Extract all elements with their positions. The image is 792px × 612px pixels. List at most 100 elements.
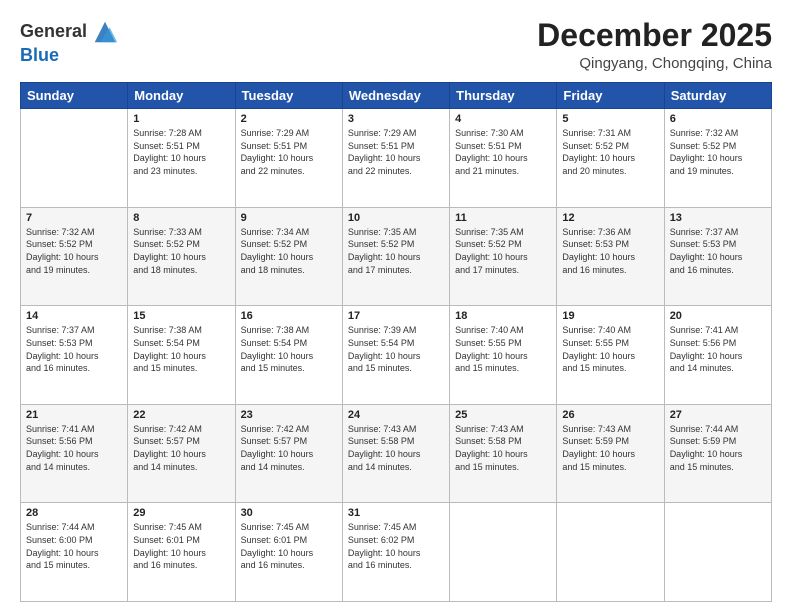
day-info: Sunrise: 7:40 AM Sunset: 5:55 PM Dayligh… — [562, 324, 658, 374]
day-number: 4 — [455, 113, 551, 125]
calendar-cell: 12 Sunrise: 7:36 AM Sunset: 5:53 PM Dayli… — [557, 207, 664, 306]
day-info: Sunrise: 7:36 AM Sunset: 5:53 PM Dayligh… — [562, 226, 658, 276]
day-info: Sunrise: 7:40 AM Sunset: 5:55 PM Dayligh… — [455, 324, 551, 374]
calendar-week-row: 28Sunrise: 7:44 AM Sunset: 6:00 PM Dayli… — [21, 503, 772, 602]
day-number: 31 — [348, 507, 444, 519]
header: General Blue December 2025 Qingyang, Cho… — [20, 18, 772, 72]
day-number: 3 — [348, 113, 444, 125]
day-info: Sunrise: 7:32 AM Sunset: 5:52 PM Dayligh… — [26, 226, 122, 276]
day-info: Sunrise: 7:35 AM Sunset: 5:52 PM Dayligh… — [455, 226, 551, 276]
calendar-header-row: SundayMondayTuesdayWednesdayThursdayFrid… — [21, 83, 772, 109]
day-info: Sunrise: 7:41 AM Sunset: 5:56 PM Dayligh… — [670, 324, 766, 374]
day-info: Sunrise: 7:45 AM Sunset: 6:01 PM Dayligh… — [133, 521, 229, 571]
day-info: Sunrise: 7:39 AM Sunset: 5:54 PM Dayligh… — [348, 324, 444, 374]
calendar-cell — [664, 503, 771, 602]
day-info: Sunrise: 7:43 AM Sunset: 5:58 PM Dayligh… — [455, 423, 551, 473]
calendar-cell: 10 Sunrise: 7:35 AM Sunset: 5:52 PM Dayli… — [342, 207, 449, 306]
day-info: Sunrise: 7:35 AM Sunset: 5:52 PM Dayligh… — [348, 226, 444, 276]
day-info: Sunrise: 7:45 AM Sunset: 6:02 PM Dayligh… — [348, 521, 444, 571]
calendar-table: SundayMondayTuesdayWednesdayThursdayFrid… — [20, 82, 772, 602]
calendar-header-thursday: Thursday — [450, 83, 557, 109]
day-number: 22 — [133, 409, 229, 421]
calendar-cell: 13 Sunrise: 7:37 AM Sunset: 5:53 PM Dayli… — [664, 207, 771, 306]
calendar-cell: 6 Sunrise: 7:32 AM Sunset: 5:52 PM Daylig… — [664, 109, 771, 208]
day-number: 9 — [241, 212, 337, 224]
calendar-cell: 24Sunrise: 7:43 AM Sunset: 5:58 PM Dayli… — [342, 404, 449, 503]
page: General Blue December 2025 Qingyang, Cho… — [0, 0, 792, 612]
location: Qingyang, Chongqing, China — [537, 55, 772, 72]
calendar-cell — [557, 503, 664, 602]
calendar-cell: 30Sunrise: 7:45 AM Sunset: 6:01 PM Dayli… — [235, 503, 342, 602]
calendar-cell: 17 Sunrise: 7:39 AM Sunset: 5:54 PM Dayli… — [342, 306, 449, 405]
calendar-header-friday: Friday — [557, 83, 664, 109]
calendar-cell: 25 Sunrise: 7:43 AM Sunset: 5:58 PM Dayli… — [450, 404, 557, 503]
calendar-header-tuesday: Tuesday — [235, 83, 342, 109]
calendar-header-saturday: Saturday — [664, 83, 771, 109]
calendar-cell: 4 Sunrise: 7:30 AM Sunset: 5:51 PM Daylig… — [450, 109, 557, 208]
day-number: 25 — [455, 409, 551, 421]
calendar-week-row: 7 Sunrise: 7:32 AM Sunset: 5:52 PM Daylig… — [21, 207, 772, 306]
day-number: 23 — [241, 409, 337, 421]
calendar-cell: 3 Sunrise: 7:29 AM Sunset: 5:51 PM Daylig… — [342, 109, 449, 208]
calendar-cell: 14 Sunrise: 7:37 AM Sunset: 5:53 PM Dayli… — [21, 306, 128, 405]
day-info: Sunrise: 7:43 AM Sunset: 5:59 PM Dayligh… — [562, 423, 658, 473]
day-number: 12 — [562, 212, 658, 224]
day-number: 13 — [670, 212, 766, 224]
day-number: 24 — [348, 409, 444, 421]
day-info: Sunrise: 7:45 AM Sunset: 6:01 PM Dayligh… — [241, 521, 337, 571]
calendar-week-row: 21 Sunrise: 7:41 AM Sunset: 5:56 PM Dayli… — [21, 404, 772, 503]
calendar-cell: 9Sunrise: 7:34 AM Sunset: 5:52 PM Daylig… — [235, 207, 342, 306]
calendar-cell: 5 Sunrise: 7:31 AM Sunset: 5:52 PM Daylig… — [557, 109, 664, 208]
logo-icon — [91, 18, 119, 46]
day-number: 6 — [670, 113, 766, 125]
day-number: 18 — [455, 310, 551, 322]
calendar-cell: 1Sunrise: 7:28 AM Sunset: 5:51 PM Daylig… — [128, 109, 235, 208]
day-info: Sunrise: 7:41 AM Sunset: 5:56 PM Dayligh… — [26, 423, 122, 473]
calendar-header-wednesday: Wednesday — [342, 83, 449, 109]
title-block: December 2025 Qingyang, Chongqing, China — [537, 18, 772, 72]
day-info: Sunrise: 7:29 AM Sunset: 5:51 PM Dayligh… — [241, 127, 337, 177]
day-number: 14 — [26, 310, 122, 322]
day-number: 5 — [562, 113, 658, 125]
logo-blue-text: Blue — [20, 45, 59, 65]
calendar-cell: 28Sunrise: 7:44 AM Sunset: 6:00 PM Dayli… — [21, 503, 128, 602]
day-number: 29 — [133, 507, 229, 519]
day-info: Sunrise: 7:33 AM Sunset: 5:52 PM Dayligh… — [133, 226, 229, 276]
day-number: 26 — [562, 409, 658, 421]
calendar-cell — [21, 109, 128, 208]
day-number: 16 — [241, 310, 337, 322]
day-info: Sunrise: 7:42 AM Sunset: 5:57 PM Dayligh… — [133, 423, 229, 473]
calendar-cell: 27Sunrise: 7:44 AM Sunset: 5:59 PM Dayli… — [664, 404, 771, 503]
day-number: 19 — [562, 310, 658, 322]
calendar-cell: 26 Sunrise: 7:43 AM Sunset: 5:59 PM Dayli… — [557, 404, 664, 503]
calendar-week-row: 1Sunrise: 7:28 AM Sunset: 5:51 PM Daylig… — [21, 109, 772, 208]
month-title: December 2025 — [537, 18, 772, 53]
day-number: 15 — [133, 310, 229, 322]
calendar-cell — [450, 503, 557, 602]
day-info: Sunrise: 7:30 AM Sunset: 5:51 PM Dayligh… — [455, 127, 551, 177]
day-info: Sunrise: 7:28 AM Sunset: 5:51 PM Dayligh… — [133, 127, 229, 177]
day-info: Sunrise: 7:44 AM Sunset: 5:59 PM Dayligh… — [670, 423, 766, 473]
day-info: Sunrise: 7:31 AM Sunset: 5:52 PM Dayligh… — [562, 127, 658, 177]
day-info: Sunrise: 7:32 AM Sunset: 5:52 PM Dayligh… — [670, 127, 766, 177]
day-number: 17 — [348, 310, 444, 322]
calendar-cell: 7 Sunrise: 7:32 AM Sunset: 5:52 PM Daylig… — [21, 207, 128, 306]
calendar-cell: 18 Sunrise: 7:40 AM Sunset: 5:55 PM Dayli… — [450, 306, 557, 405]
day-info: Sunrise: 7:37 AM Sunset: 5:53 PM Dayligh… — [26, 324, 122, 374]
day-number: 21 — [26, 409, 122, 421]
day-number: 10 — [348, 212, 444, 224]
calendar-cell: 8Sunrise: 7:33 AM Sunset: 5:52 PM Daylig… — [128, 207, 235, 306]
day-number: 2 — [241, 113, 337, 125]
day-info: Sunrise: 7:29 AM Sunset: 5:51 PM Dayligh… — [348, 127, 444, 177]
calendar-cell: 19 Sunrise: 7:40 AM Sunset: 5:55 PM Dayli… — [557, 306, 664, 405]
day-info: Sunrise: 7:37 AM Sunset: 5:53 PM Dayligh… — [670, 226, 766, 276]
logo-general-text: General — [20, 22, 87, 42]
day-info: Sunrise: 7:38 AM Sunset: 5:54 PM Dayligh… — [133, 324, 229, 374]
day-number: 7 — [26, 212, 122, 224]
day-info: Sunrise: 7:42 AM Sunset: 5:57 PM Dayligh… — [241, 423, 337, 473]
calendar-cell: 11Sunrise: 7:35 AM Sunset: 5:52 PM Dayli… — [450, 207, 557, 306]
day-number: 20 — [670, 310, 766, 322]
calendar-cell: 2 Sunrise: 7:29 AM Sunset: 5:51 PM Daylig… — [235, 109, 342, 208]
calendar-header-sunday: Sunday — [21, 83, 128, 109]
calendar-cell: 15 Sunrise: 7:38 AM Sunset: 5:54 PM Dayli… — [128, 306, 235, 405]
